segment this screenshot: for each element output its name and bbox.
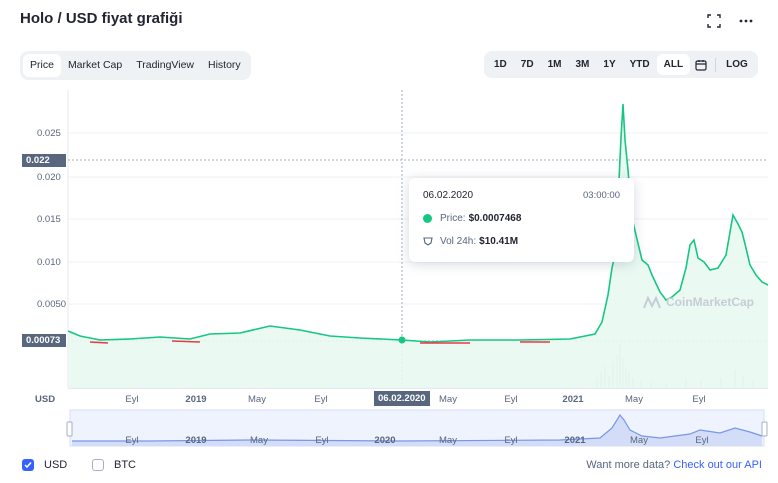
x-tick: May	[439, 394, 457, 405]
btc-checkbox[interactable]	[92, 459, 104, 471]
x-tick: Eyl	[504, 394, 518, 405]
tooltip-volume-row: Vol 24h: $10.41M	[423, 236, 620, 247]
api-promo: Want more data? Check out our API	[586, 459, 762, 471]
hover-point	[398, 336, 406, 344]
navigator-label: May	[439, 435, 457, 446]
tooltip-time: 03:00:00	[583, 190, 620, 201]
x-tick: 2019	[185, 394, 207, 405]
y-highlight-top: 0.022	[22, 154, 66, 167]
x-tick: Eyl	[125, 394, 139, 405]
price-tooltip: 06.02.2020 03:00:00 Price: $0.0007468 Vo…	[409, 178, 634, 262]
y-tick: 0.010	[37, 257, 61, 268]
price-dot-icon	[423, 214, 432, 223]
legend-btc[interactable]: BTC	[92, 459, 136, 471]
x-tick: Eyl	[692, 394, 706, 405]
navigator-label: 2019	[185, 435, 207, 446]
y-tick: 0.015	[37, 214, 61, 225]
navigator-label: Eyl	[125, 435, 139, 446]
x-tick: May	[248, 394, 266, 405]
volume-shield-icon	[423, 237, 433, 246]
x-tick: May	[625, 394, 643, 405]
legend-usd[interactable]: USD	[22, 459, 67, 471]
navigator-handle-left	[66, 421, 73, 437]
navigator-label: Eyl	[315, 435, 329, 446]
coinmarketcap-logo-icon	[643, 295, 661, 309]
api-link[interactable]: Check out our API	[673, 459, 762, 471]
navigator-label: Eyl	[504, 435, 518, 446]
usd-checkbox[interactable]	[22, 459, 34, 471]
navigator-label: Eyl	[695, 435, 709, 446]
price-chart[interactable]	[0, 0, 778, 483]
navigator-handle-right	[761, 421, 768, 437]
check-icon	[24, 462, 32, 469]
navigator-label: May	[250, 435, 268, 446]
x-highlight-date: 06.02.2020	[374, 391, 430, 406]
y-tick: 0.0050	[37, 299, 67, 310]
x-tick: 2021	[562, 394, 584, 405]
y-highlight-current: 0.00073	[22, 334, 66, 347]
navigator-label: 2020	[374, 435, 396, 446]
navigator-label: 2021	[564, 435, 586, 446]
y-tick: 0.025	[37, 128, 61, 139]
y-tick: 0.020	[37, 172, 61, 183]
coinmarketcap-watermark: CoinMarketCap	[642, 294, 754, 310]
x-tick: Eyl	[314, 394, 328, 405]
axis-currency: USD	[35, 394, 56, 405]
navigator-label: May	[630, 435, 648, 446]
tooltip-price-row: Price: $0.0007468	[423, 213, 620, 224]
